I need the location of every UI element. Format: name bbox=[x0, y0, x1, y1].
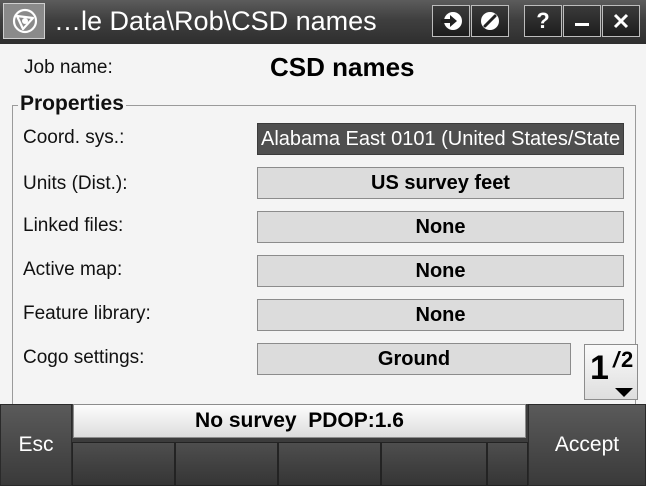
trimble-logo-icon[interactable] bbox=[3, 3, 45, 39]
softkey-2[interactable] bbox=[175, 442, 278, 486]
feature-library-button[interactable]: None bbox=[257, 299, 624, 331]
current-page: 1 bbox=[590, 349, 609, 387]
close-icon[interactable] bbox=[602, 5, 640, 37]
properties-heading: Properties bbox=[18, 92, 126, 116]
softkey-5[interactable] bbox=[487, 442, 528, 486]
linked-files-label: Linked files: bbox=[23, 215, 124, 236]
active-map-button[interactable]: None bbox=[257, 255, 624, 287]
go-to-icon[interactable] bbox=[432, 5, 470, 37]
minimize-icon[interactable] bbox=[563, 5, 601, 37]
softkey-3[interactable] bbox=[278, 442, 381, 486]
help-icon: ? bbox=[536, 8, 550, 33]
title-bar: …le Data\Rob\CSD names ? bbox=[0, 0, 646, 44]
units-label: Units (Dist.): bbox=[23, 173, 128, 194]
help-button[interactable]: ? bbox=[524, 5, 562, 37]
page-separator: / bbox=[613, 347, 620, 372]
window-title: …le Data\Rob\CSD names bbox=[54, 6, 377, 36]
softkey-bar: No survey PDOP:1.6 Esc Accept bbox=[0, 404, 646, 486]
softkey-4[interactable] bbox=[381, 442, 487, 486]
no-entry-icon[interactable] bbox=[471, 5, 509, 37]
job-name-label: Job name: bbox=[24, 57, 113, 78]
units-button[interactable]: US survey feet bbox=[257, 167, 624, 199]
active-map-label: Active map: bbox=[23, 259, 123, 280]
chevron-down-icon bbox=[615, 388, 633, 397]
page-toggle-button[interactable]: 1 / 2 bbox=[584, 344, 638, 400]
cogo-settings-label: Cogo settings: bbox=[23, 347, 145, 368]
total-pages: 2 bbox=[621, 347, 634, 372]
job-name-value: CSD names bbox=[270, 52, 415, 82]
accept-button[interactable]: Accept bbox=[528, 404, 646, 486]
coord-sys-label: Coord. sys.: bbox=[23, 127, 125, 148]
status-line[interactable]: No survey PDOP:1.6 bbox=[73, 404, 526, 438]
cogo-settings-button[interactable]: Ground bbox=[257, 343, 571, 375]
feature-library-label: Feature library: bbox=[23, 303, 151, 324]
job-properties-panel: Job name: CSD names Properties Coord. sy… bbox=[0, 44, 646, 415]
coord-sys-button[interactable]: Alabama East 0101 (United States/State P… bbox=[257, 123, 624, 155]
softkey-1[interactable] bbox=[72, 442, 175, 486]
esc-button[interactable]: Esc bbox=[0, 404, 72, 486]
linked-files-button[interactable]: None bbox=[257, 211, 624, 243]
